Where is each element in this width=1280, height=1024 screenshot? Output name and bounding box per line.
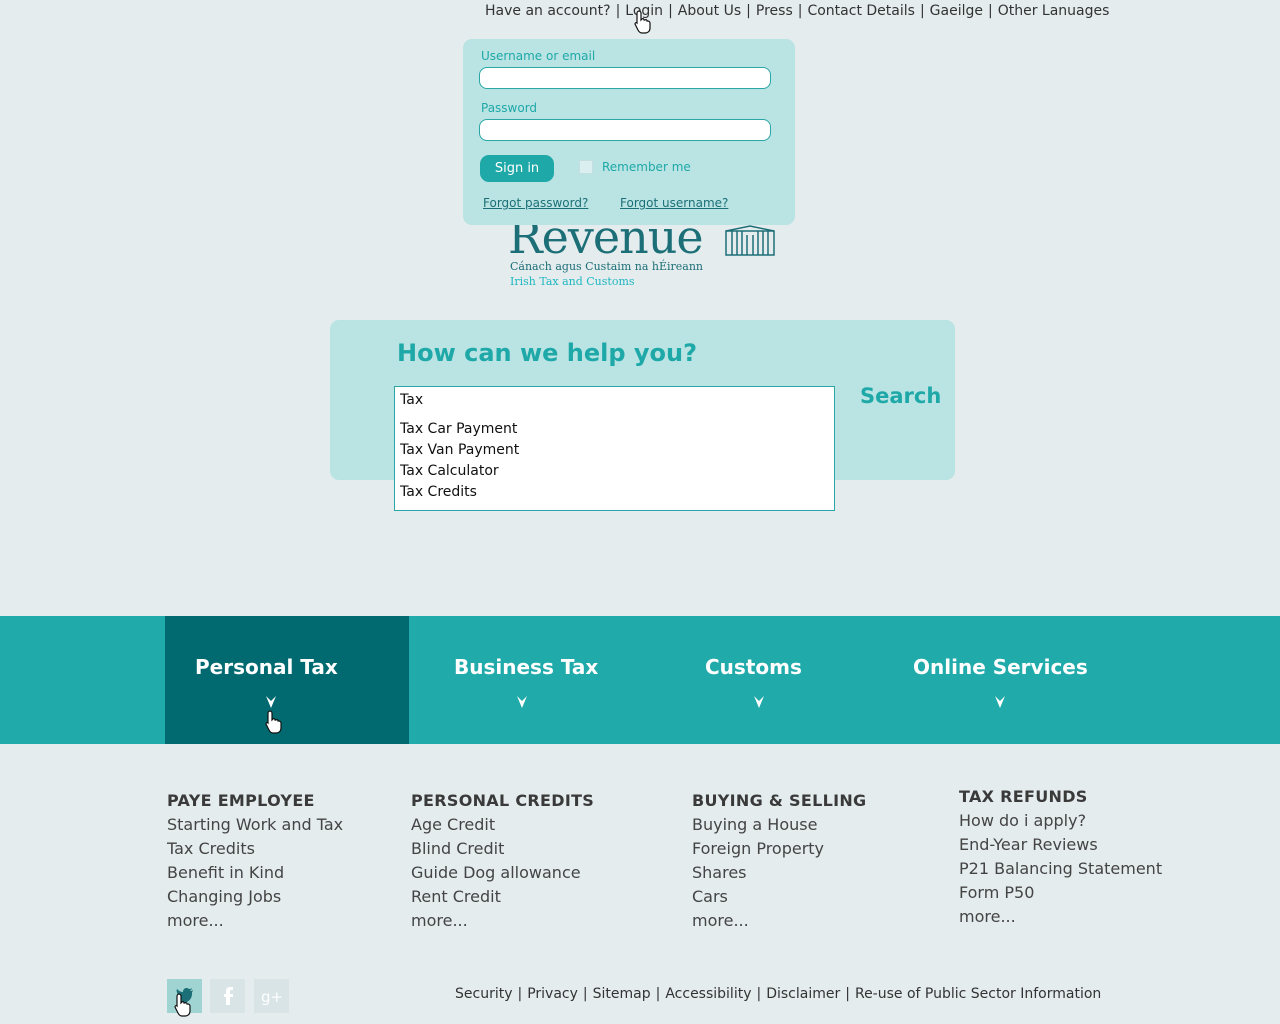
other-languages-link[interactable]: Other Lanuages (998, 3, 1110, 19)
footer-links: Security | Privacy | Sitemap | Accessibility | D… (455, 986, 1102, 1002)
more-link[interactable]: more... (411, 909, 594, 933)
tab-personal-tax[interactable]: Personal Tax (195, 655, 338, 679)
column-link[interactable]: How do i apply? (959, 809, 1162, 833)
gaeilge-link[interactable]: Gaeilge (930, 3, 983, 19)
logo-subtitle-irish: Cánach agus Custaim na hÉireann (510, 260, 704, 273)
column-link[interactable]: Cars (692, 885, 866, 909)
chevron-down-icon[interactable] (754, 696, 764, 708)
column-heading: PAYE EMPLOYEE (167, 791, 315, 810)
footer-privacy-link[interactable]: Privacy (527, 986, 578, 1002)
tab-customs[interactable]: Customs (705, 655, 802, 679)
suggestion-item[interactable]: Tax Van Payment (400, 440, 834, 461)
building-icon (725, 225, 775, 256)
column-link[interactable]: Changing Jobs (167, 885, 343, 909)
contact-details-link[interactable]: Contact Details (807, 3, 914, 19)
tab-online-services[interactable]: Online Services (913, 655, 1088, 679)
category-nav: Personal Tax Business Tax Customs Online… (0, 616, 1280, 744)
column-link[interactable]: P21 Balancing Statement (959, 857, 1162, 881)
logo-subtitle-english: Irish Tax and Customs (510, 275, 635, 288)
search-heading: How can we help you? (397, 339, 698, 367)
column-link[interactable]: Age Credit (411, 813, 594, 837)
chevron-down-icon[interactable] (517, 696, 527, 708)
tab-personal-tax-active-bg[interactable] (165, 616, 409, 744)
column-heading: BUYING & SELLING (692, 791, 867, 810)
footer-reuse-link[interactable]: Re-use of Public Sector Information (855, 986, 1101, 1002)
top-navigation: Have an account? | Login | About Us | Press | Co… (485, 3, 1110, 19)
column-link[interactable]: Rent Credit (411, 885, 594, 909)
press-link[interactable]: Press (756, 3, 793, 19)
checkbox-icon[interactable] (579, 160, 593, 174)
password-label: Password (481, 101, 538, 115)
column-link[interactable]: Benefit in Kind (167, 861, 343, 885)
google-plus-icon: g+ (261, 988, 283, 1005)
forgot-username-link[interactable]: Forgot username? (620, 196, 728, 210)
svg-text:g+: g+ (261, 988, 283, 1005)
tab-business-tax[interactable]: Business Tax (454, 655, 598, 679)
column-link[interactable]: Guide Dog allowance (411, 861, 594, 885)
column-heading: PERSONAL CREDITS (411, 791, 595, 810)
column-buying-selling: BUYING & SELLING Buying a House Foreign … (692, 789, 866, 933)
column-link[interactable]: Buying a House (692, 813, 866, 837)
sign-in-button[interactable]: Sign in (480, 155, 554, 182)
about-us-link[interactable]: About Us (678, 3, 741, 19)
footer-disclaimer-link[interactable]: Disclaimer (766, 986, 840, 1002)
search-input[interactable] (394, 386, 835, 414)
chevron-down-icon[interactable] (995, 696, 1005, 708)
remember-me-checkbox[interactable]: Remember me (579, 160, 691, 174)
column-link[interactable]: Form P50 (959, 881, 1162, 905)
have-account-text: Have an account? (485, 3, 611, 19)
facebook-button[interactable] (210, 979, 245, 1013)
chevron-down-icon[interactable] (266, 696, 276, 708)
revenue-logo[interactable]: Revenue Cánach agus Custaim na hÉireann … (508, 210, 778, 293)
column-personal-credits: PERSONAL CREDITS Age Credit Blind Credit… (411, 789, 594, 933)
more-link[interactable]: more... (167, 909, 343, 933)
column-link[interactable]: End-Year Reviews (959, 833, 1162, 857)
remember-me-label: Remember me (602, 160, 691, 174)
search-suggestions: Tax Car Payment Tax Van Payment Tax Calc… (394, 413, 835, 511)
hand-cursor-icon (174, 993, 191, 1017)
hand-cursor-icon (634, 10, 651, 34)
column-link[interactable]: Shares (692, 861, 866, 885)
footer-accessibility-link[interactable]: Accessibility (665, 986, 751, 1002)
facebook-icon (223, 987, 233, 1005)
forgot-password-link[interactable]: Forgot password? (483, 196, 588, 210)
google-plus-button[interactable]: g+ (254, 979, 289, 1013)
suggestion-item[interactable]: Tax Calculator (400, 461, 834, 482)
column-tax-refunds: TAX REFUNDS How do i apply? End-Year Rev… (959, 785, 1162, 929)
column-link[interactable]: Tax Credits (167, 837, 343, 861)
column-heading: TAX REFUNDS (959, 787, 1088, 806)
footer-sitemap-link[interactable]: Sitemap (593, 986, 651, 1002)
username-label: Username or email (481, 49, 596, 63)
column-link[interactable]: Foreign Property (692, 837, 866, 861)
column-link[interactable]: Starting Work and Tax (167, 813, 343, 837)
column-paye-employee: PAYE EMPLOYEE Starting Work and Tax Tax … (167, 789, 343, 933)
login-dropdown: Username or email Password Sign in Remem… (463, 39, 795, 225)
password-input[interactable] (479, 119, 771, 141)
suggestion-item[interactable]: Tax Credits (400, 482, 834, 503)
search-button[interactable]: Search (860, 384, 941, 408)
footer-security-link[interactable]: Security (455, 986, 513, 1002)
username-input[interactable] (479, 67, 771, 89)
more-link[interactable]: more... (959, 905, 1162, 929)
suggestion-item[interactable]: Tax Car Payment (400, 419, 834, 440)
column-link[interactable]: Blind Credit (411, 837, 594, 861)
more-link[interactable]: more... (692, 909, 866, 933)
hand-cursor-icon (265, 710, 282, 734)
